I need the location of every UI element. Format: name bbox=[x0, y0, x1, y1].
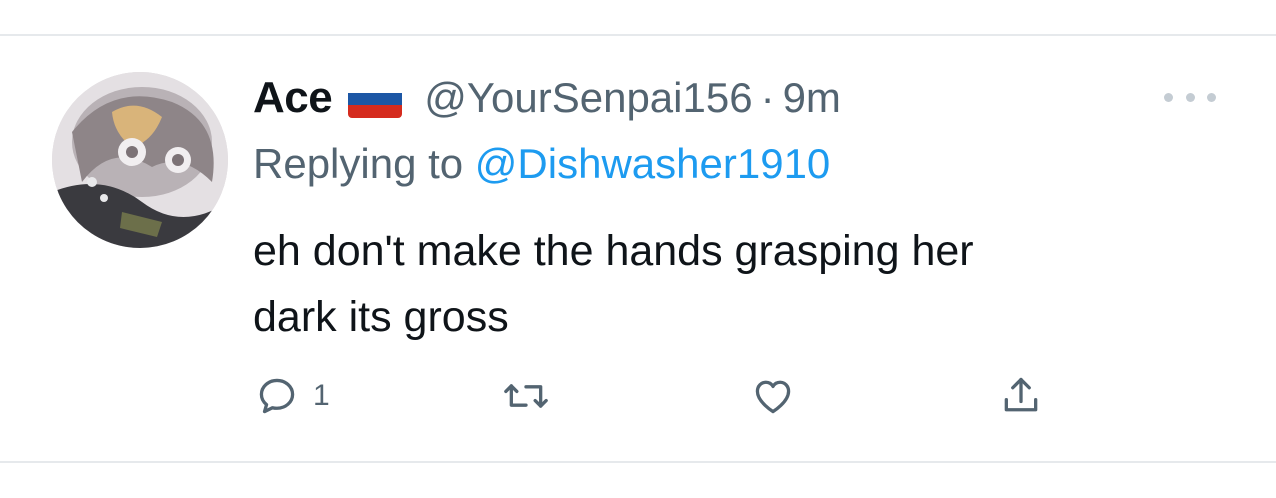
retweet-button[interactable] bbox=[502, 373, 550, 419]
tweet-text-line: dark its gross bbox=[253, 293, 509, 341]
top-divider bbox=[0, 34, 1276, 36]
bottom-divider bbox=[0, 461, 1276, 463]
more-dot bbox=[1185, 92, 1195, 102]
tweet-text: eh don't make the hands grasping her dar… bbox=[253, 218, 1213, 350]
more-dot bbox=[1207, 92, 1216, 102]
retweet-icon bbox=[504, 384, 548, 408]
replying-to-handle-link[interactable]: @Dishwasher1910 bbox=[475, 140, 830, 187]
author-display-name[interactable]: Ace bbox=[253, 73, 333, 123]
replying-to-label: Replying to bbox=[253, 140, 464, 187]
reply-count: 1 bbox=[313, 379, 330, 412]
avatar-image bbox=[52, 72, 228, 248]
timestamp[interactable]: 9m bbox=[783, 74, 841, 122]
author-handle[interactable]: @YourSenpai156 bbox=[424, 74, 752, 122]
share-icon bbox=[1004, 377, 1038, 412]
tweet-text-line: eh don't make the hands grasping her bbox=[253, 227, 974, 275]
heart-icon bbox=[755, 380, 791, 414]
replying-to: Replying to @Dishwasher1910 bbox=[253, 140, 830, 188]
reply-button[interactable]: 1 bbox=[255, 373, 330, 419]
like-button[interactable] bbox=[750, 373, 796, 419]
russia-flag-icon bbox=[348, 80, 403, 118]
separator-dot: · bbox=[760, 74, 775, 121]
share-button[interactable] bbox=[999, 373, 1043, 419]
more-options-button[interactable] bbox=[1164, 84, 1216, 110]
avatar[interactable] bbox=[52, 72, 228, 248]
more-dot bbox=[1164, 92, 1173, 102]
reply-icon bbox=[259, 378, 295, 414]
tweet-header: Ace @YourSenpai156 · 9m bbox=[253, 70, 841, 126]
